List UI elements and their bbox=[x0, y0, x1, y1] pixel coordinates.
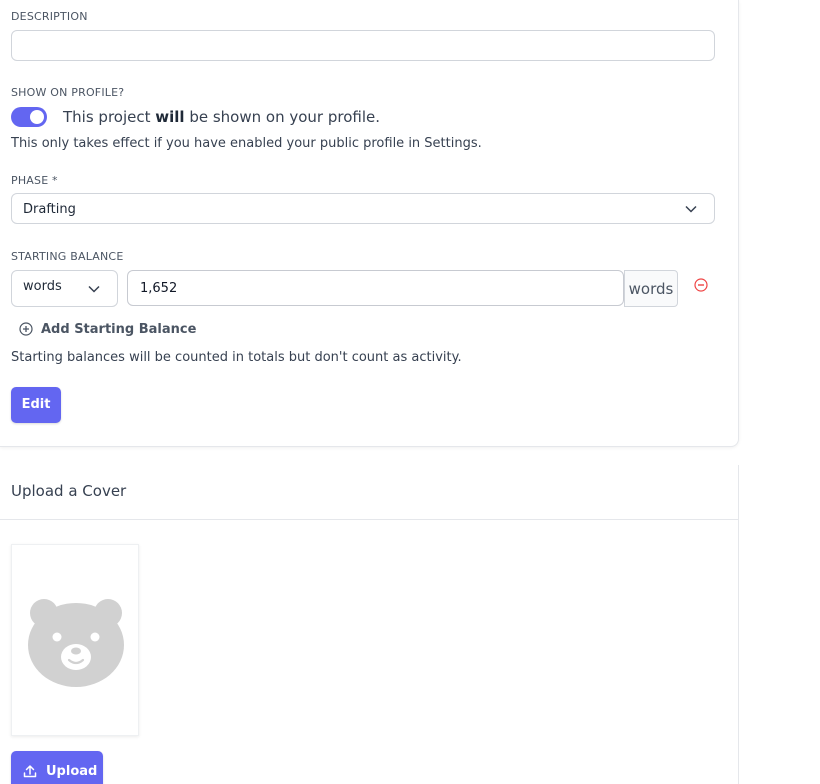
edit-button[interactable]: Edit bbox=[11, 387, 61, 423]
unit-value: words bbox=[23, 279, 62, 294]
description-input[interactable] bbox=[11, 30, 715, 61]
upload-button[interactable]: Upload bbox=[11, 751, 103, 784]
remove-circle-icon[interactable] bbox=[694, 278, 708, 292]
starting-balance-input[interactable]: 1,652 bbox=[127, 270, 624, 306]
plus-circle-icon bbox=[19, 322, 33, 336]
starting-balance-value: 1,652 bbox=[140, 281, 178, 296]
starting-balance-label: STARTING BALANCE bbox=[11, 250, 124, 263]
cover-placeholder bbox=[11, 544, 139, 736]
toggle-knob bbox=[30, 110, 44, 124]
show-on-profile-label: SHOW ON PROFILE? bbox=[11, 86, 125, 99]
description-label: DESCRIPTION bbox=[11, 10, 88, 23]
starting-balance-note: Starting balances will be counted in tot… bbox=[11, 350, 462, 365]
phase-value: Drafting bbox=[23, 202, 76, 217]
show-on-profile-text: This project will be shown on your profi… bbox=[63, 108, 381, 126]
chevron-down-icon bbox=[88, 285, 100, 293]
add-starting-balance-label: Add Starting Balance bbox=[41, 321, 197, 337]
divider bbox=[0, 519, 739, 520]
profile-note: This only takes effect if you have enabl… bbox=[11, 136, 482, 151]
phase-label: PHASE * bbox=[11, 174, 58, 187]
chevron-down-icon bbox=[685, 205, 697, 213]
phase-select[interactable]: Drafting bbox=[11, 193, 715, 224]
cover-title: Upload a Cover bbox=[11, 482, 127, 500]
bear-placeholder-icon bbox=[28, 599, 124, 687]
add-starting-balance-button[interactable]: Add Starting Balance bbox=[19, 320, 196, 338]
show-on-profile-toggle[interactable] bbox=[11, 107, 47, 127]
unit-select[interactable]: words bbox=[11, 270, 118, 307]
upload-icon bbox=[23, 765, 37, 778]
unit-addon: words bbox=[624, 270, 678, 307]
upload-label: Upload bbox=[46, 763, 98, 779]
